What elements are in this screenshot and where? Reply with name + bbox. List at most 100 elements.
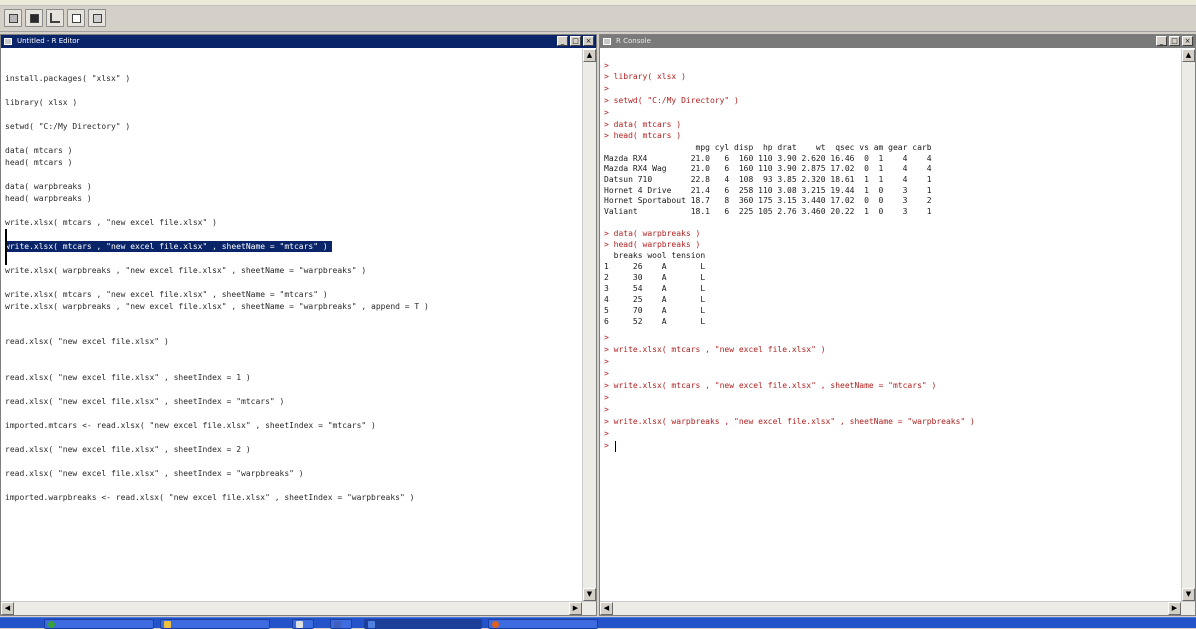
console-line: > bbox=[604, 393, 609, 402]
editor-line: head( mtcars ) bbox=[5, 158, 73, 167]
console-scroll-up-button[interactable]: ▲ bbox=[1182, 49, 1195, 62]
console-table-row: 6 52 A L bbox=[604, 317, 706, 326]
console-cursor bbox=[615, 441, 616, 452]
open-script-button[interactable] bbox=[4, 9, 22, 27]
console-table-row: 1 26 A L bbox=[604, 262, 706, 271]
console-table-row: 4 25 A L bbox=[604, 295, 706, 304]
console-prompt: > bbox=[604, 441, 609, 450]
editor-scroll-left-button[interactable]: ◀ bbox=[1, 602, 14, 615]
save-button[interactable] bbox=[25, 9, 43, 27]
editor-line: write.xlsx( mtcars , "new excel file.xls… bbox=[5, 290, 328, 299]
console-line: > write.xlsx( mtcars , "new excel file.x… bbox=[604, 345, 826, 354]
editor-close-button[interactable]: × bbox=[583, 36, 594, 46]
console-table-header: breaks wool tension bbox=[604, 251, 706, 260]
editor-scroll-down-button[interactable]: ▼ bbox=[583, 588, 596, 601]
editor-titlebar: Untitled - R Editor _ □ × bbox=[1, 35, 596, 48]
editor-text-area[interactable]: install.packages( "xlsx" ) library( xlsx… bbox=[1, 49, 596, 615]
console-window-icon bbox=[603, 38, 611, 45]
console-table-row: Mazda RX4 21.0 6 160 110 3.90 2.620 16.4… bbox=[604, 154, 932, 163]
editor-scroll-right-button[interactable]: ▶ bbox=[569, 602, 582, 615]
save-icon bbox=[30, 14, 39, 23]
console-close-button[interactable]: × bbox=[1182, 36, 1193, 46]
console-table-row: Mazda RX4 Wag 21.0 6 160 110 3.90 2.875 … bbox=[604, 164, 932, 173]
console-scroll-right-button[interactable]: ▶ bbox=[1168, 602, 1181, 615]
console-line: > head( mtcars ) bbox=[604, 131, 682, 140]
console-table-row: Datsun 710 22.8 4 108 93 3.85 2.320 18.6… bbox=[604, 175, 932, 184]
console-line: > write.xlsx( mtcars , "new excel file.x… bbox=[604, 381, 937, 390]
console-table-row: Hornet Sportabout 18.7 8 360 175 3.15 3.… bbox=[604, 196, 932, 205]
editor-line: library( xlsx ) bbox=[5, 98, 78, 107]
console-table-row: Valiant 18.1 6 225 105 2.76 3.460 20.22 … bbox=[604, 207, 932, 216]
console-line: > bbox=[604, 405, 609, 414]
console-scroll-down-button[interactable]: ▼ bbox=[1182, 588, 1195, 601]
console-table-header: mpg cyl disp hp drat wt qsec vs am gear … bbox=[604, 143, 932, 152]
app-icon bbox=[492, 621, 499, 628]
browser-icon bbox=[48, 621, 55, 628]
editor-horizontal-scrollbar[interactable]: ◀ ▶ bbox=[1, 601, 596, 615]
r-icon bbox=[368, 621, 375, 628]
editor-line: write.xlsx( warpbreaks , "new excel file… bbox=[5, 302, 429, 311]
editor-line-selected: write.xlsx( mtcars , "new excel file.xls… bbox=[5, 241, 332, 252]
open-icon bbox=[9, 14, 18, 23]
console-line: > bbox=[604, 357, 609, 366]
console-line: > bbox=[604, 429, 609, 438]
console-table-row: 3 54 A L bbox=[604, 284, 706, 293]
editor-line: data( mtcars ) bbox=[5, 146, 73, 155]
console-titlebar: R Console _ □ × bbox=[600, 35, 1195, 48]
editor-scroll-up-button[interactable]: ▲ bbox=[583, 49, 596, 62]
editor-line: read.xlsx( "new excel file.xlsx" , sheet… bbox=[5, 397, 285, 406]
copy-icon bbox=[72, 14, 81, 23]
editor-line: write.xlsx( warpbreaks , "new excel file… bbox=[5, 266, 367, 275]
copy-button[interactable] bbox=[67, 9, 85, 27]
console-line: > bbox=[604, 333, 609, 342]
editor-line: data( warpbreaks ) bbox=[5, 182, 92, 191]
editor-title: Untitled - R Editor bbox=[17, 37, 80, 45]
console-line: > data( mtcars ) bbox=[604, 120, 682, 129]
editor-line: imported.warpbreaks <- read.xlsx( "new e… bbox=[5, 493, 415, 502]
r-console-pane: R Console _ □ × > > library( xlsx ) > > … bbox=[599, 34, 1196, 616]
editor-line: imported.mtcars <- read.xlsx( "new excel… bbox=[5, 421, 376, 430]
editor-minimize-button[interactable]: _ bbox=[557, 36, 568, 46]
console-scroll-left-button[interactable]: ◀ bbox=[600, 602, 613, 615]
console-table-row: 5 70 A L bbox=[604, 306, 706, 315]
editor-line: read.xlsx( "new excel file.xlsx" , sheet… bbox=[5, 445, 251, 454]
editor-line: install.packages( "xlsx" ) bbox=[5, 74, 131, 83]
app-icon bbox=[334, 621, 341, 628]
editor-line: read.xlsx( "new excel file.xlsx" , sheet… bbox=[5, 469, 304, 478]
editor-line: setwd( "C:/My Directory" ) bbox=[5, 122, 131, 131]
console-line: > head( warpbreaks ) bbox=[604, 240, 701, 249]
folder-icon bbox=[164, 621, 171, 628]
paste-icon bbox=[93, 14, 102, 23]
console-line: > library( xlsx ) bbox=[604, 72, 686, 81]
text-cursor bbox=[5, 229, 7, 265]
console-vertical-scrollbar[interactable]: ▲ ▼ bbox=[1181, 49, 1195, 601]
app-icon bbox=[296, 621, 303, 628]
editor-vertical-scrollbar[interactable]: ▲ ▼ bbox=[582, 49, 596, 601]
console-line: > bbox=[604, 61, 609, 70]
console-title: R Console bbox=[616, 37, 651, 45]
console-minimize-button[interactable]: _ bbox=[1156, 36, 1167, 46]
editor-line: write.xlsx( mtcars , "new excel file.xls… bbox=[5, 218, 217, 227]
editor-line: read.xlsx( "new excel file.xlsx" , sheet… bbox=[5, 373, 251, 382]
r-editor-pane: Untitled - R Editor _ □ × install.packag… bbox=[0, 34, 597, 616]
console-output-area[interactable]: > > library( xlsx ) > > setwd( "C:/My Di… bbox=[600, 49, 1195, 615]
paste-button[interactable] bbox=[88, 9, 106, 27]
console-maximize-button[interactable]: □ bbox=[1169, 36, 1180, 46]
editor-maximize-button[interactable]: □ bbox=[570, 36, 581, 46]
console-line: > bbox=[604, 108, 609, 117]
console-line: > data( warpbreaks ) bbox=[604, 229, 701, 238]
editor-window-icon bbox=[4, 38, 12, 45]
r-gui-window: Untitled - R Editor _ □ × install.packag… bbox=[0, 0, 1196, 629]
console-table-row: Hornet 4 Drive 21.4 6 258 110 3.08 3.215… bbox=[604, 186, 932, 195]
run-line-button[interactable] bbox=[46, 9, 64, 27]
console-line: > write.xlsx( warpbreaks , "new excel fi… bbox=[604, 417, 975, 426]
taskbar bbox=[0, 617, 1196, 629]
run-icon bbox=[50, 13, 60, 23]
console-line: > setwd( "C:/My Directory" ) bbox=[604, 96, 739, 105]
console-line: > bbox=[604, 369, 609, 378]
toolbar bbox=[0, 6, 1196, 32]
editor-line: read.xlsx( "new excel file.xlsx" ) bbox=[5, 337, 169, 346]
console-line: > bbox=[604, 84, 609, 93]
console-horizontal-scrollbar[interactable]: ◀ ▶ bbox=[600, 601, 1195, 615]
console-table-row: 2 30 A L bbox=[604, 273, 706, 282]
